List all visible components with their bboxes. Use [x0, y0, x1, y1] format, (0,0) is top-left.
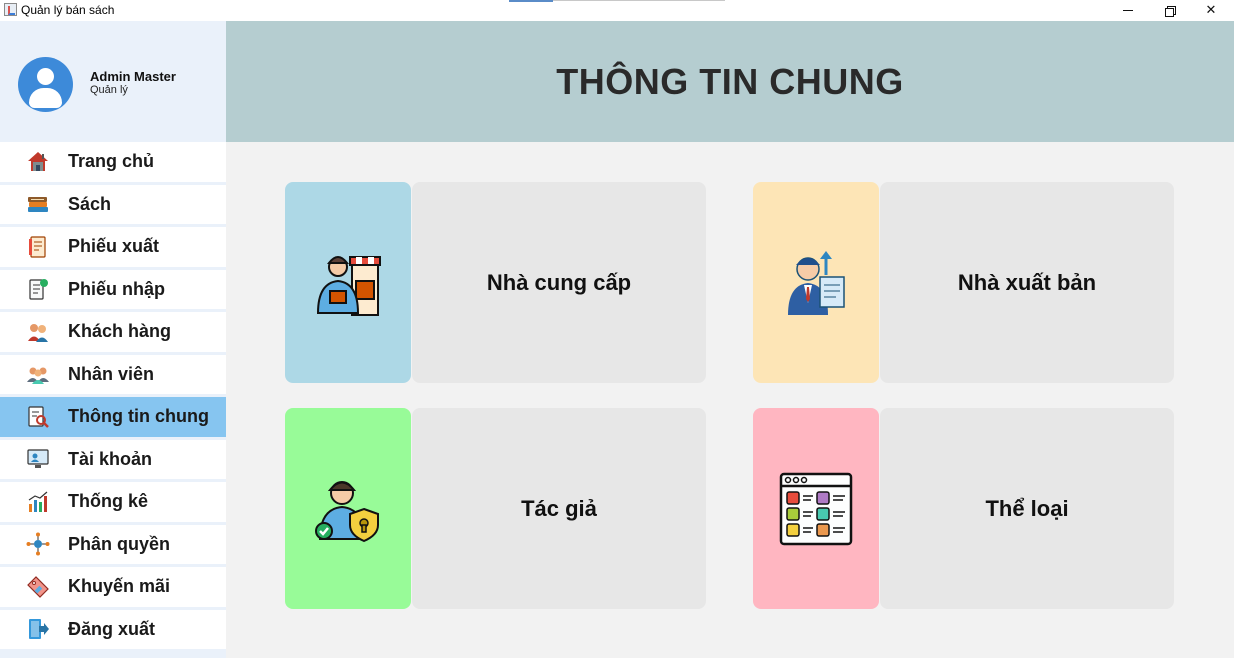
card-nha-cung-cap[interactable]: Nhà cung cấp [285, 182, 706, 383]
avatar-body [29, 88, 62, 108]
logout-icon [26, 617, 50, 641]
page-header: THÔNG TIN CHUNG [226, 21, 1234, 142]
publisher-icon [788, 250, 845, 315]
restore-icon [1165, 5, 1176, 17]
sidebar-item-label: Khách hàng [68, 321, 172, 342]
minimize-icon [1123, 10, 1133, 11]
title-accent-line [509, 0, 553, 2]
app-icon [4, 3, 17, 16]
sidebar-item-label: Tài khoản [68, 448, 153, 469]
window-title-bar: Quản lý bán sách ✕ [0, 0, 1234, 21]
sidebar-item-khach-hang[interactable]: Khách hàng [0, 312, 226, 355]
close-button[interactable]: ✕ [1191, 0, 1231, 21]
books-icon [26, 192, 50, 216]
category-icon [779, 472, 853, 545]
sidebar-item-dang-xuat[interactable]: Đăng xuất [0, 609, 226, 652]
permissions-icon [26, 532, 50, 556]
card-label-panel: Thể loại [880, 408, 1174, 609]
sidebar-item-trang-chu[interactable]: Trang chủ [0, 142, 226, 185]
close-icon: ✕ [1205, 3, 1217, 18]
sidebar-item-label: Nhân viên [68, 363, 155, 384]
restore-button[interactable] [1150, 0, 1190, 21]
card-icon-panel [285, 408, 411, 609]
statistics-icon [26, 490, 50, 514]
sidebar-item-label: Đăng xuất [68, 618, 156, 639]
sidebar-item-label: Thông tin chung [68, 406, 209, 427]
sidebar-item-phan-quyen[interactable]: Phân quyền [0, 524, 226, 567]
sidebar-item-label: Sách [68, 193, 112, 214]
sidebar: Admin Master Quản lý Trang chủ Sách Phiế… [0, 21, 226, 658]
card-label-panel: Nhà xuất bản [880, 182, 1174, 383]
promotion-icon [26, 575, 50, 599]
card-icon-panel [753, 182, 879, 383]
general-info-icon [26, 405, 50, 429]
card-tac-gia[interactable]: Tác giả [285, 408, 706, 609]
sidebar-item-label: Trang chủ [68, 151, 155, 172]
sidebar-item-sach[interactable]: Sách [0, 184, 226, 227]
avatar [18, 57, 73, 112]
sidebar-item-phieu-xuat[interactable]: Phiếu xuất [0, 227, 226, 270]
sidebar-item-thong-ke[interactable]: Thống kê [0, 482, 226, 525]
main-content: THÔNG TIN CHUNG Nhà cung cấp Nhà xuất bả… [226, 21, 1234, 658]
card-label: Tác giả [521, 495, 597, 521]
title-divider-line [553, 0, 725, 1]
export-receipt-icon [26, 235, 50, 259]
card-label: Nhà cung cấp [486, 269, 632, 295]
sidebar-item-label: Khuyến mãi [68, 576, 171, 597]
sidebar-item-khuyen-mai[interactable]: Khuyến mãi [0, 567, 226, 610]
sidebar-item-label: Thống kê [68, 491, 148, 512]
user-profile: Admin Master Quản lý [0, 21, 226, 142]
supplier-icon [316, 255, 381, 316]
customers-icon [26, 320, 50, 344]
sidebar-item-tai-khoan[interactable]: Tài khoản [0, 439, 226, 482]
card-label: Thể loại [985, 495, 1069, 521]
card-icon-panel [753, 408, 879, 609]
import-receipt-icon [26, 277, 50, 301]
home-icon [26, 150, 50, 174]
sidebar-item-label: Phiếu nhập [68, 278, 166, 299]
sidebar-item-label: Phân quyền [68, 533, 171, 554]
sidebar-menu: Trang chủ Sách Phiếu xuất Phiếu nhập Khá… [0, 142, 226, 652]
avatar-head [37, 68, 54, 85]
card-the-loai[interactable]: Thể loại [753, 408, 1174, 609]
author-icon [315, 480, 379, 542]
minimize-button[interactable] [1108, 0, 1148, 21]
user-name: Admin Master [90, 69, 176, 84]
account-icon [26, 447, 50, 471]
page-title: THÔNG TIN CHUNG [556, 60, 904, 102]
sidebar-item-nhan-vien[interactable]: Nhân viên [0, 354, 226, 397]
card-label: Nhà xuất bản [957, 269, 1097, 295]
card-icon-panel [285, 182, 411, 383]
user-role: Quản lý [90, 84, 128, 96]
employees-icon [26, 362, 50, 386]
card-label-panel: Nhà cung cấp [412, 182, 706, 383]
window-title: Quản lý bán sách [21, 3, 115, 17]
sidebar-item-thong-tin-chung[interactable]: Thông tin chung [0, 397, 226, 440]
sidebar-item-phieu-nhap[interactable]: Phiếu nhập [0, 269, 226, 312]
card-label-panel: Tác giả [412, 408, 706, 609]
card-nha-xuat-ban[interactable]: Nhà xuất bản [753, 182, 1174, 383]
sidebar-item-label: Phiếu xuất [68, 236, 160, 257]
